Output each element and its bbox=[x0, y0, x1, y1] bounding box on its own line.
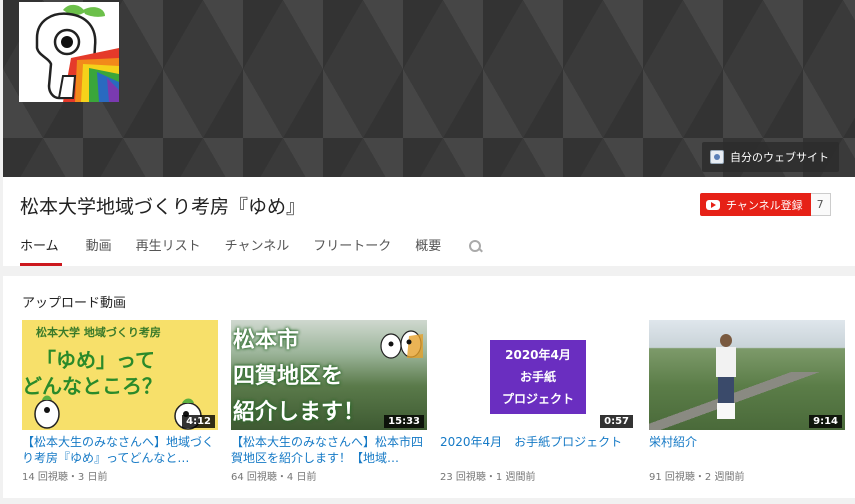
mascot-icon bbox=[380, 330, 423, 359]
video-thumbnail[interactable]: 9:14 bbox=[649, 320, 845, 430]
website-favicon-icon bbox=[710, 150, 724, 164]
subscribe-label: チャンネル登録 bbox=[726, 198, 803, 212]
video-thumbnail[interactable]: 2020年4月 お手紙 プロジェクト 0:57 bbox=[440, 320, 636, 430]
subscribe-label-box[interactable]: チャンネル登録 bbox=[700, 193, 811, 216]
website-link[interactable]: 自分のウェブサイト bbox=[702, 142, 839, 172]
video-item[interactable]: 松本大学 地域づくり考房 「ゆめ」って どんなところ？ 4:12 【松本大生のみ… bbox=[22, 320, 219, 483]
uploads-section: アップロード動画 松本大学 地域づくり考房 「ゆめ」って どんなところ？ 4:1… bbox=[3, 276, 855, 498]
mascot-logo-icon bbox=[35, 4, 119, 102]
video-duration: 4:12 bbox=[182, 415, 215, 428]
video-title[interactable]: 【松本大生のみなさんへ】地域づくり考房『ゆめ』ってどんなと… bbox=[22, 434, 219, 466]
tab-home[interactable]: ホーム bbox=[20, 237, 62, 266]
channel-avatar[interactable] bbox=[19, 2, 119, 102]
thumb-person bbox=[713, 334, 739, 420]
video-list: 松本大学 地域づくり考房 「ゆめ」って どんなところ？ 4:12 【松本大生のみ… bbox=[22, 320, 846, 483]
video-duration: 0:57 bbox=[600, 415, 633, 428]
thumb-caption: 四賀地区を bbox=[233, 364, 344, 389]
section-title[interactable]: アップロード動画 bbox=[22, 292, 126, 311]
search-icon[interactable] bbox=[467, 237, 483, 257]
video-title[interactable]: 【松本大生のみなさんへ】松本市四賀地区を紹介します！【地域… bbox=[231, 434, 428, 466]
channel-title: 松本大学地域づくり考房『ゆめ』 bbox=[20, 196, 306, 218]
thumb-caption: 松本大学 地域づくり考房 bbox=[36, 326, 161, 339]
video-meta: 64 回視聴・4 日前 bbox=[231, 472, 317, 483]
video-item[interactable]: 2020年4月 お手紙 プロジェクト 0:57 2020年4月 お手紙プロジェク… bbox=[440, 320, 637, 483]
website-link-label: 自分のウェブサイト bbox=[730, 151, 829, 164]
subscribe-button[interactable]: チャンネル登録 7 bbox=[700, 193, 831, 216]
thumb-caption: 2020年4月 bbox=[505, 348, 571, 362]
tab-about[interactable]: 概要 bbox=[403, 237, 453, 266]
tab-videos[interactable]: 動画 bbox=[74, 237, 124, 266]
video-title[interactable]: 栄村紹介 bbox=[649, 434, 846, 466]
channel-tabs: ホーム 動画 再生リスト チャンネル フリートーク 概要 bbox=[20, 237, 483, 266]
video-duration: 9:14 bbox=[809, 415, 842, 428]
tab-channels[interactable]: チャンネル bbox=[213, 237, 302, 266]
video-meta: 91 回視聴・2 週間前 bbox=[649, 472, 745, 483]
video-thumbnail[interactable]: 松本大学 地域づくり考房 「ゆめ」って どんなところ？ 4:12 bbox=[22, 320, 218, 430]
thumb-caption: 紹介します！ bbox=[233, 400, 366, 425]
mascot-icon bbox=[34, 395, 60, 429]
video-meta: 14 回視聴・3 日前 bbox=[22, 472, 108, 483]
thumb-title-card: 2020年4月 お手紙 プロジェクト bbox=[490, 340, 586, 414]
thumb-caption: 松本市 bbox=[233, 328, 300, 353]
thumb-caption: プロジェクト bbox=[501, 392, 574, 406]
thumb-caption: 「ゆめ」って bbox=[36, 348, 155, 372]
video-meta: 23 回視聴・1 週間前 bbox=[440, 472, 536, 483]
tab-free-talk[interactable]: フリートーク bbox=[301, 237, 403, 266]
youtube-play-icon bbox=[706, 199, 720, 210]
subscriber-count: 7 bbox=[810, 193, 831, 216]
channel-header: 松本大学地域づくり考房『ゆめ』 チャンネル登録 7 ホーム 動画 再生リスト チ… bbox=[3, 177, 855, 266]
video-item[interactable]: 9:14 栄村紹介 91 回視聴・2 週間前 bbox=[649, 320, 846, 483]
video-thumbnail[interactable]: 松本市 四賀地区を 紹介します！ 15:33 bbox=[231, 320, 427, 430]
video-duration: 15:33 bbox=[384, 415, 424, 428]
video-title[interactable]: 2020年4月 お手紙プロジェクト bbox=[440, 434, 637, 466]
video-item[interactable]: 松本市 四賀地区を 紹介します！ 15:33 【松本大生のみなさんへ】松本市四賀… bbox=[231, 320, 428, 483]
tab-playlists[interactable]: 再生リスト bbox=[124, 237, 213, 266]
thumb-caption: お手紙 bbox=[519, 370, 556, 384]
